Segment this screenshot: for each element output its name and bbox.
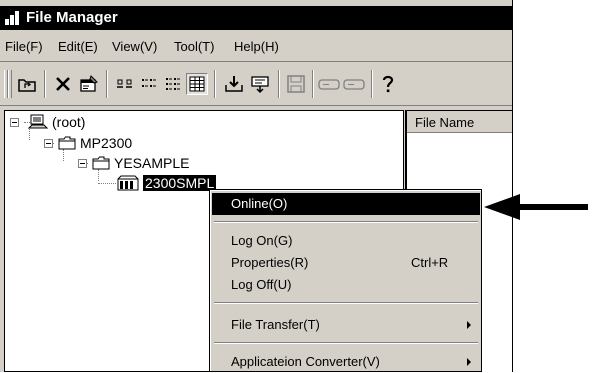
- menu-item-label: Log Off(U): [231, 277, 292, 292]
- toolbar-separator: [214, 70, 216, 98]
- title-bar[interactable]: File Manager: [0, 6, 512, 30]
- toolbar-separator: [371, 70, 373, 98]
- controller-icon: [117, 175, 139, 191]
- details-view-icon: [189, 76, 205, 92]
- tree-node-2300smpl[interactable]: 2300SMPL: [117, 175, 217, 191]
- delete-button[interactable]: [52, 73, 74, 95]
- help-button[interactable]: [377, 73, 399, 95]
- toolbar-separator: [312, 70, 314, 98]
- disabled-tool-2-icon: [343, 79, 365, 90]
- tree-connector: [98, 183, 116, 184]
- toolbar-separator: [44, 70, 46, 98]
- up-folder-icon: [18, 79, 36, 92]
- menu-item-label: Log On(G): [231, 233, 293, 248]
- transfer-out-button[interactable]: [249, 73, 271, 95]
- disabled-tool-1-icon: [318, 79, 340, 90]
- properties-button[interactable]: [78, 73, 100, 95]
- delete-icon: [56, 77, 70, 91]
- transfer-in-icon: [225, 76, 243, 92]
- tree-node-label: (root): [52, 114, 86, 130]
- menu-edit[interactable]: Edit(E): [58, 39, 98, 54]
- menu-file[interactable]: File(F): [5, 39, 43, 54]
- menu-help[interactable]: Help(H): [234, 39, 279, 54]
- help-icon: [382, 75, 394, 93]
- list-view-icon: [166, 78, 180, 90]
- column-header-label: File Name: [415, 115, 475, 130]
- app-icon: [5, 11, 20, 25]
- menu-item-label: Online(O): [231, 196, 288, 211]
- menu-item-application-converter[interactable]: Applicateion Converter(V): [212, 351, 480, 373]
- save-icon: [287, 75, 305, 93]
- menu-item-label: Applicateion Converter(V): [231, 354, 380, 369]
- disabled-tool-2-button[interactable]: [343, 73, 365, 95]
- menu-view[interactable]: View(V): [112, 39, 157, 54]
- transfer-out-icon: [251, 76, 269, 94]
- column-header-file-name[interactable]: File Name: [407, 111, 512, 133]
- menu-item-online[interactable]: Online(O): [212, 193, 480, 215]
- small-icons-view-icon: [142, 79, 156, 87]
- window-title: File Manager: [26, 9, 118, 26]
- menu-item-file-transfer[interactable]: File Transfer(T): [212, 314, 480, 336]
- tree-node-label: MP2300: [80, 135, 133, 151]
- menu-item-log-off[interactable]: Log Off(U): [212, 274, 480, 296]
- toolbar: [0, 62, 512, 106]
- toolbar-separator: [106, 70, 108, 98]
- tree-node-label: 2300SMPL: [143, 175, 217, 191]
- up-folder-button[interactable]: [16, 73, 38, 95]
- large-icons-view-icon: [117, 79, 132, 88]
- toolbar-grip[interactable]: [8, 70, 12, 98]
- tree-node-root[interactable]: (root): [10, 114, 85, 130]
- small-icons-view-button[interactable]: [138, 73, 160, 95]
- context-menu: Online(O) Log On(G) Properties(R) Ctrl+R…: [209, 189, 482, 372]
- menu-item-shortcut: Ctrl+R: [411, 255, 449, 270]
- folder-icon: [58, 136, 76, 150]
- menu-bar: File(F) Edit(E) View(V) Tool(T) Help(H): [0, 30, 512, 62]
- menu-item-properties[interactable]: Properties(R) Ctrl+R: [212, 252, 480, 274]
- menu-separator: [214, 221, 478, 223]
- tree-node-label: YESAMPLE: [114, 155, 190, 171]
- details-view-button[interactable]: [186, 73, 208, 95]
- tree-node-yesample[interactable]: YESAMPLE: [78, 155, 189, 171]
- collapse-toggle[interactable]: [10, 117, 19, 127]
- collapse-toggle[interactable]: [78, 158, 87, 168]
- menu-item-log-on[interactable]: Log On(G): [212, 230, 480, 252]
- menu-separator: [214, 302, 478, 304]
- large-icons-view-button[interactable]: [114, 73, 136, 95]
- menu-separator: [214, 342, 478, 344]
- list-view-button[interactable]: [162, 73, 184, 95]
- computer-icon: [28, 114, 48, 129]
- disabled-tool-1-button[interactable]: [318, 73, 340, 95]
- menu-tool[interactable]: Tool(T): [174, 39, 214, 54]
- submenu-arrow-icon: [467, 321, 471, 329]
- transfer-in-button[interactable]: [223, 73, 245, 95]
- tree-node-mp2300[interactable]: MP2300: [44, 135, 132, 151]
- menu-item-label: File Transfer(T): [231, 317, 320, 332]
- submenu-arrow-icon: [467, 358, 471, 366]
- callout-arrow-icon: [484, 194, 588, 220]
- collapse-toggle[interactable]: [44, 138, 53, 148]
- save-button[interactable]: [285, 73, 307, 95]
- folder-icon: [92, 156, 110, 170]
- properties-icon: [80, 75, 98, 92]
- toolbar-separator: [278, 70, 280, 98]
- menu-item-label: Properties(R): [231, 255, 309, 270]
